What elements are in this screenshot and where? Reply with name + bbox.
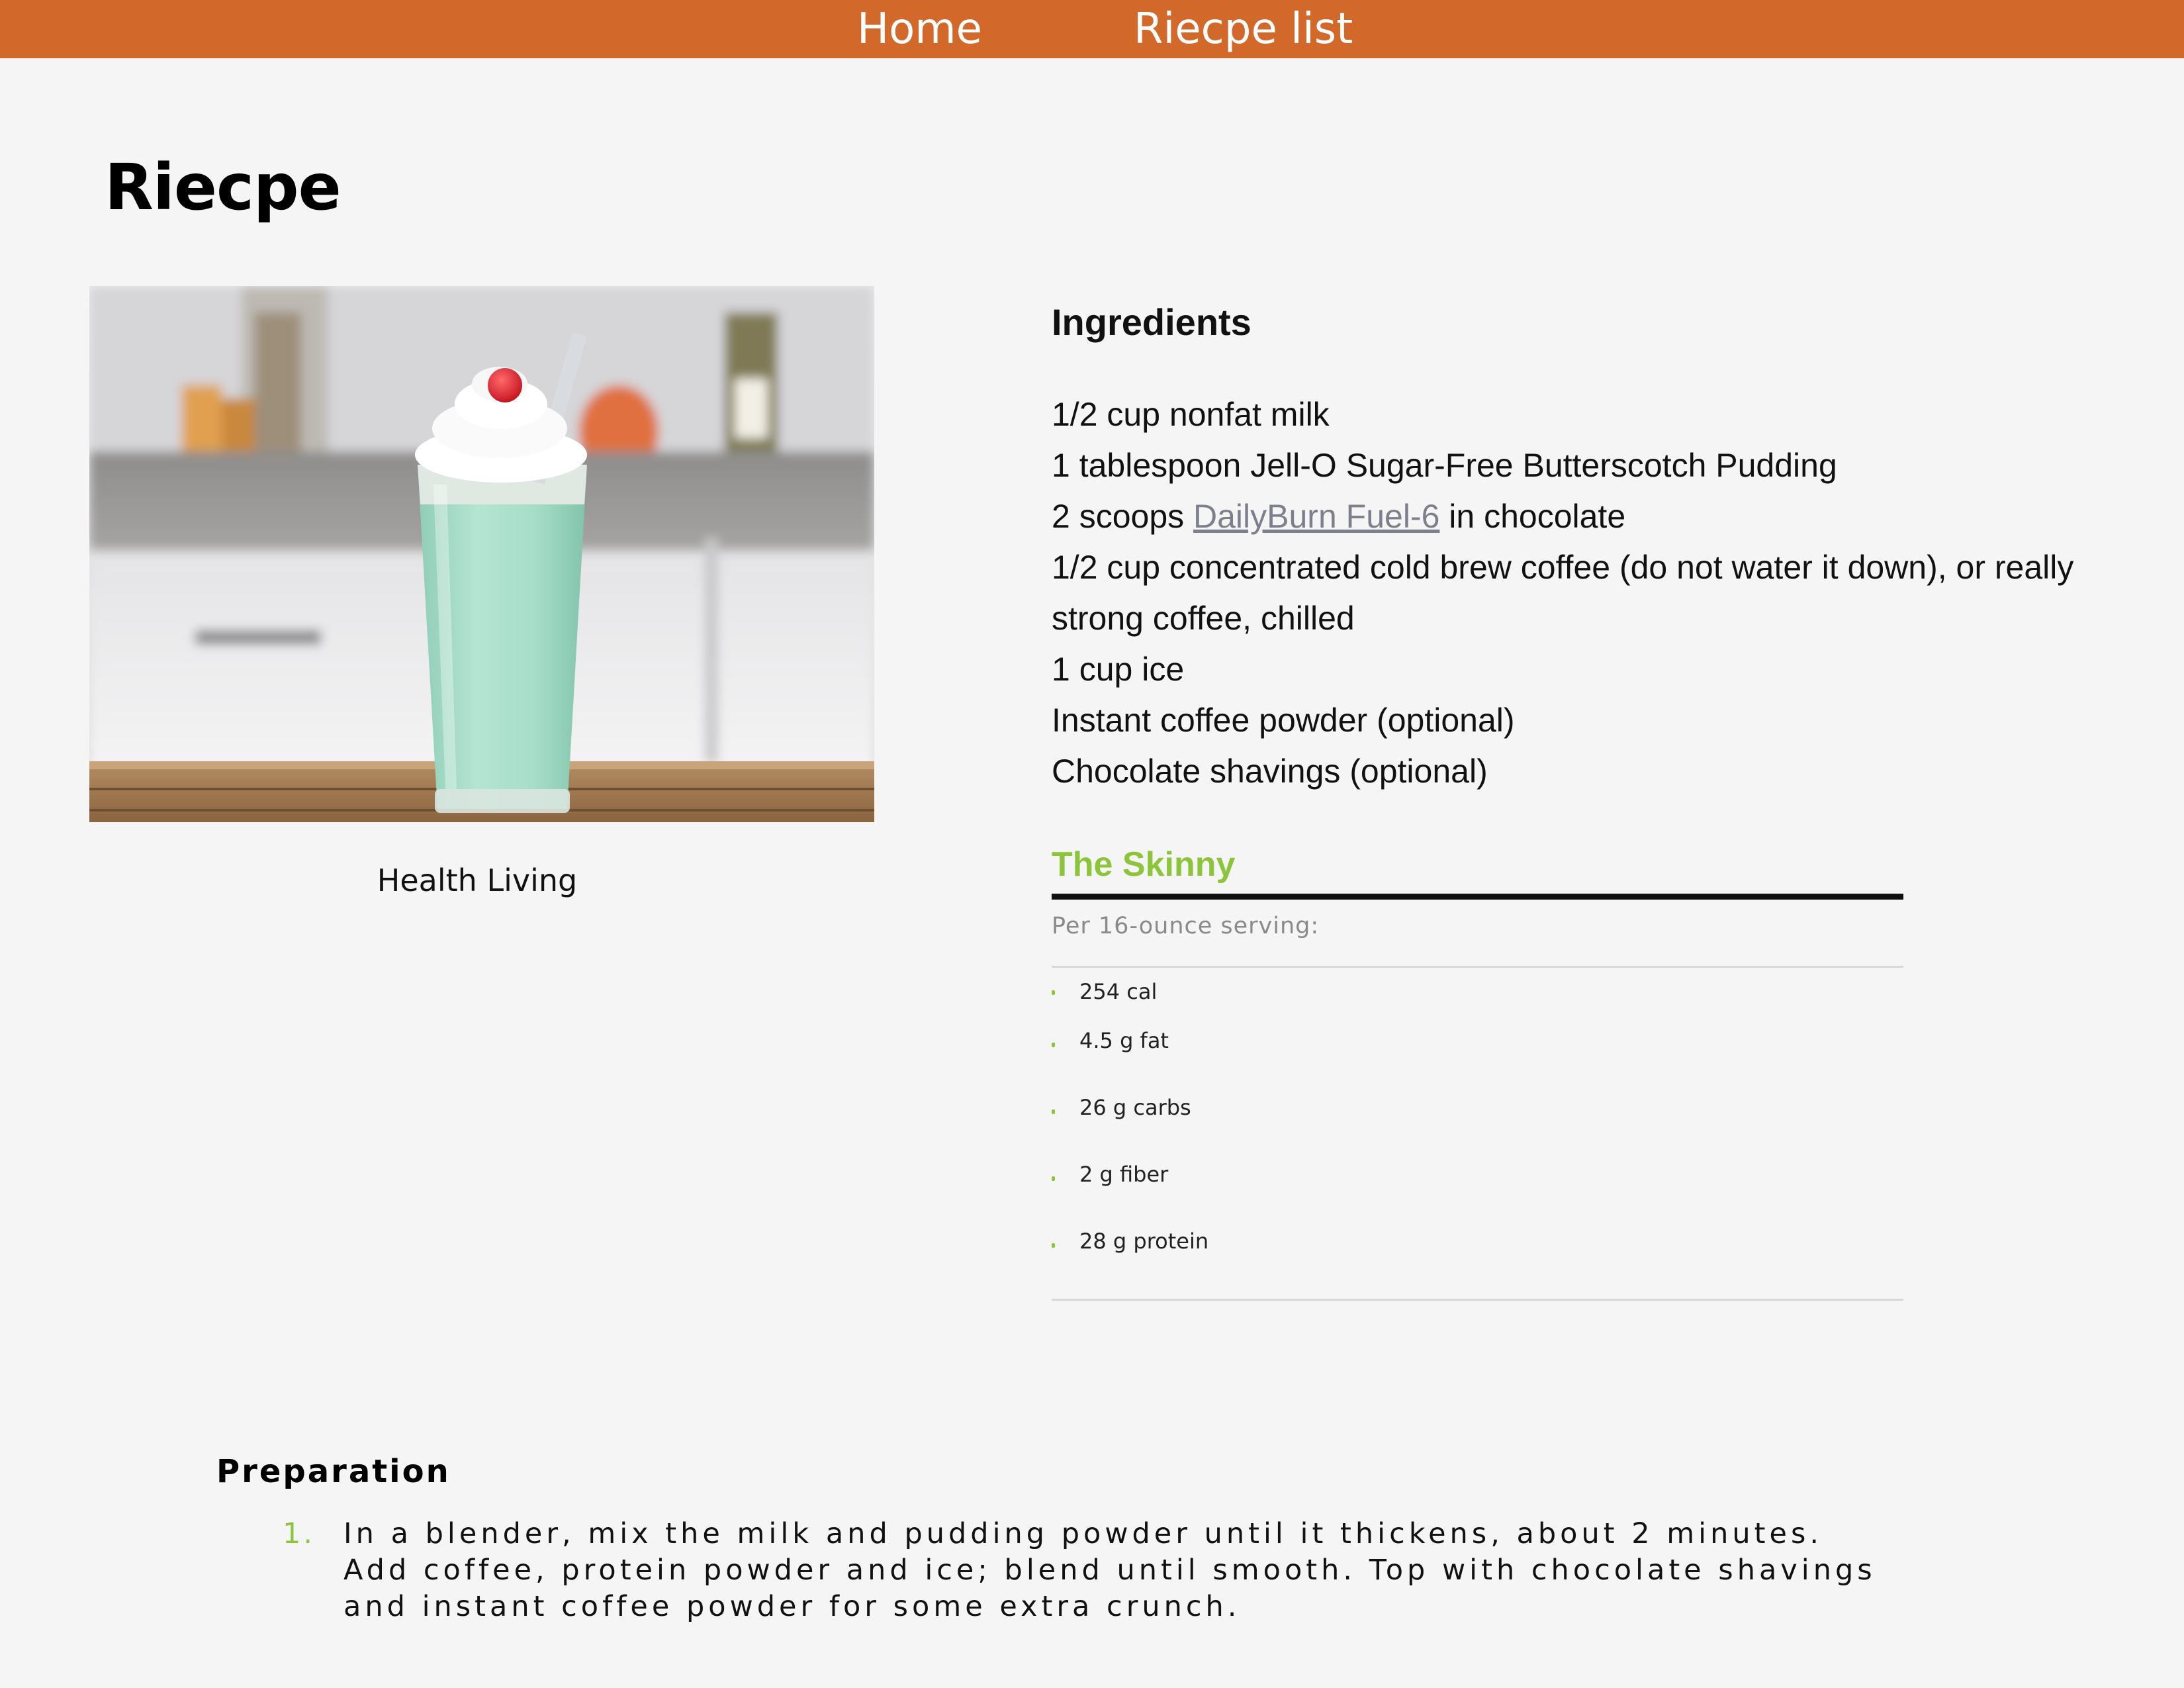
page-title: Riecpe — [105, 150, 341, 224]
dailyburn-fuel-link[interactable]: DailyBurn Fuel-6 — [1193, 498, 1439, 535]
preparation-step: 1. In a blender, mix the milk and puddin… — [283, 1516, 1891, 1625]
nutrition-item: 254 cal — [1052, 965, 1903, 1008]
nutrition-value: 4.5 g fat — [1079, 1028, 1169, 1053]
nutrition-item: 26 g carbs — [1052, 1074, 1903, 1141]
nutrition-value: 2 g fiber — [1079, 1162, 1169, 1187]
bullet-icon — [1052, 1176, 1055, 1181]
preparation-heading: Preparation — [216, 1453, 451, 1490]
milkshake-image — [89, 286, 874, 822]
ingredient-text: 2 scoops — [1052, 498, 1194, 535]
bullet-icon — [1052, 990, 1055, 995]
nutrition-item: 2 g fiber — [1052, 1141, 1903, 1208]
bullet-icon — [1052, 1042, 1055, 1047]
ingredient-item: Instant coffee powder (optional) — [1052, 702, 1515, 739]
nutrition-value: 254 cal — [1079, 979, 1158, 1004]
nav-home-link[interactable]: Home — [857, 0, 982, 58]
ingredient-item: 2 scoops DailyBurn Fuel-6 in chocolate — [1052, 491, 2170, 542]
ingredients-heading: Ingredients — [1052, 301, 1251, 343]
bullet-icon — [1052, 1243, 1055, 1248]
step-number: 1. — [283, 1517, 316, 1550]
image-caption: Health Living — [377, 863, 578, 898]
serving-size: Per 16-ounce serving: — [1052, 912, 1903, 968]
nutrition-item: 28 g protein — [1052, 1208, 1903, 1275]
ingredient-item: 1 cup ice — [1052, 651, 1185, 688]
nutrition-value: 28 g protein — [1079, 1229, 1209, 1254]
bullet-icon — [1052, 1109, 1055, 1114]
preparation-steps: 1. In a blender, mix the milk and puddin… — [283, 1516, 1891, 1625]
ingredients-list: 1/2 cup nonfat milk 1 tablespoon Jell-O … — [1052, 389, 2170, 797]
ingredient-item: 1/2 cup concentrated cold brew coffee (d… — [1052, 549, 2074, 637]
ingredient-item: 1/2 cup nonfat milk — [1052, 396, 1330, 433]
step-text: In a blender, mix the milk and pudding p… — [343, 1517, 1876, 1623]
nav-recipe-list-link[interactable]: Riecpe list — [1134, 0, 1353, 58]
nutrition-value: 26 g carbs — [1079, 1095, 1191, 1120]
top-nav-bar: Home Riecpe list — [0, 0, 2184, 58]
ingredient-item: Chocolate shavings (optional) — [1052, 753, 1488, 790]
nutrition-title: The Skinny — [1052, 841, 1903, 900]
recipe-image — [89, 286, 874, 822]
nutrition-panel: The Skinny Per 16-ounce serving: 254 cal… — [1052, 841, 1903, 1301]
ingredient-item: 1 tablespoon Jell-O Sugar-Free Buttersco… — [1052, 447, 1837, 484]
ingredient-text: in chocolate — [1439, 498, 1626, 535]
nutrition-item: 4.5 g fat — [1052, 1008, 1903, 1074]
nutrition-list: 254 cal 4.5 g fat 26 g carbs 2 g fiber 2… — [1052, 965, 1903, 1301]
